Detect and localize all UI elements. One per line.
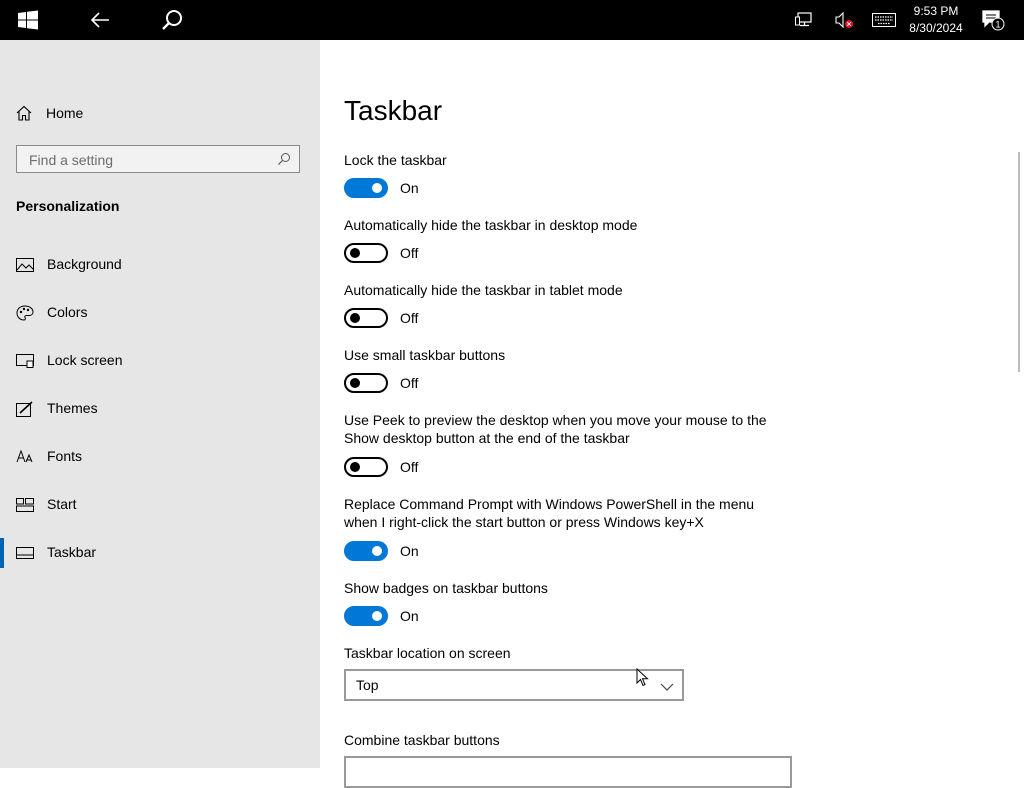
main-content: Taskbar Lock the taskbar On Automaticall… xyxy=(320,40,1024,788)
lock-screen-icon xyxy=(16,352,34,370)
toggle-state: On xyxy=(400,608,419,624)
toggle-knob xyxy=(372,183,382,193)
sidebar-item-themes[interactable]: Themes xyxy=(0,391,320,427)
home-icon xyxy=(16,105,32,121)
back-arrow-icon xyxy=(90,12,109,28)
toggle-knob xyxy=(372,611,382,621)
peek-toggle[interactable] xyxy=(344,457,388,477)
picture-icon xyxy=(16,256,34,274)
search-input[interactable] xyxy=(27,150,271,170)
search-button[interactable] xyxy=(150,0,194,40)
taskbar-icon xyxy=(16,544,34,562)
powershell-toggle[interactable] xyxy=(344,541,388,561)
scrollbar[interactable] xyxy=(1018,152,1020,372)
setting-label-autohide-tablet: Automatically hide the taskbar in tablet… xyxy=(344,282,623,298)
small-buttons-toggle[interactable] xyxy=(344,373,388,393)
themes-icon xyxy=(16,400,34,418)
badges-toggle[interactable] xyxy=(344,606,388,626)
toggle-row-lock-taskbar: On xyxy=(344,178,419,198)
sidebar-item-taskbar[interactable]: Taskbar xyxy=(0,535,320,571)
search-icon[interactable] xyxy=(277,152,291,171)
toggle-knob xyxy=(350,462,360,472)
sidebar-item-fonts[interactable]: Fonts xyxy=(0,439,320,475)
volume-tray-button[interactable] xyxy=(830,0,858,40)
toggle-knob xyxy=(372,546,382,556)
setting-label-badges: Show badges on taskbar buttons xyxy=(344,580,548,596)
toggle-row-badges: On xyxy=(344,606,419,626)
combine-buttons-dropdown[interactable] xyxy=(344,756,792,788)
back-button[interactable] xyxy=(78,0,122,40)
toggle-state: On xyxy=(400,543,419,559)
sidebar-item-background[interactable]: Background xyxy=(0,247,320,283)
start-icon xyxy=(16,496,34,514)
notification-count: 1 xyxy=(995,20,1000,30)
start-button[interactable] xyxy=(6,0,50,40)
setting-label-peek: Use Peek to preview the desktop when you… xyxy=(344,411,784,447)
notification-icon: 1 xyxy=(982,10,1005,31)
keyboard-tray-button[interactable] xyxy=(868,0,900,40)
sidebar-item-lock-screen[interactable]: Lock screen xyxy=(0,343,320,379)
toggle-row-autohide-desktop: Off xyxy=(344,243,418,263)
sidebar-item-label: Lock screen xyxy=(47,352,123,368)
toggle-knob xyxy=(350,248,360,258)
mouse-cursor-icon xyxy=(636,667,650,693)
find-setting-search[interactable] xyxy=(16,145,300,173)
toggle-row-autohide-tablet: Off xyxy=(344,308,418,328)
chevron-down-icon xyxy=(660,679,674,697)
search-icon xyxy=(162,10,182,30)
palette-icon xyxy=(16,304,34,322)
home-nav-item[interactable]: Home xyxy=(16,102,83,124)
setting-label-location: Taskbar location on screen xyxy=(344,645,511,661)
keyboard-icon xyxy=(872,13,896,27)
toggle-row-powershell: On xyxy=(344,541,419,561)
toggle-state: Off xyxy=(400,245,419,261)
setting-label-line: Use Peek to preview the desktop when you… xyxy=(344,412,767,428)
volume-muted-icon xyxy=(835,11,853,29)
autohide-tablet-toggle[interactable] xyxy=(344,308,388,328)
toggle-row-small-buttons: Off xyxy=(344,373,418,393)
windows-logo-icon xyxy=(18,10,38,30)
home-label: Home xyxy=(46,105,84,121)
toggle-state: Off xyxy=(400,375,419,391)
sidebar-item-start[interactable]: Start xyxy=(0,487,320,523)
clock[interactable]: 9:53 PM 8/30/2024 xyxy=(904,3,968,37)
network-tray-button[interactable] xyxy=(790,0,818,40)
setting-label-line: when I right-click the start button or p… xyxy=(344,514,704,530)
toggle-knob xyxy=(350,378,360,388)
sidebar-item-label: Themes xyxy=(47,400,98,416)
clock-date: 8/30/2024 xyxy=(909,21,963,35)
clock-time: 9:53 PM xyxy=(913,4,959,18)
dropdown-value: Top xyxy=(356,677,379,693)
setting-label-lock-taskbar: Lock the taskbar xyxy=(344,152,447,168)
sidebar-item-label: Colors xyxy=(47,304,88,320)
setting-label-line: Replace Command Prompt with Windows Powe… xyxy=(344,496,755,512)
setting-label-small-buttons: Use small taskbar buttons xyxy=(344,347,506,363)
toggle-state: Off xyxy=(400,459,419,475)
toggle-state: Off xyxy=(400,310,419,326)
sidebar-item-colors[interactable]: Colors xyxy=(0,295,320,331)
sidebar-item-label: Background xyxy=(47,256,122,272)
taskbar: 9:53 PM 8/30/2024 1 xyxy=(0,0,1024,40)
page-title: Taskbar xyxy=(344,95,443,126)
autohide-desktop-toggle[interactable] xyxy=(344,243,388,263)
section-title: Personalization xyxy=(16,198,120,214)
sidebar-item-label: Taskbar xyxy=(47,544,97,560)
lock-taskbar-toggle[interactable] xyxy=(344,178,388,198)
taskbar-location-dropdown[interactable]: Top xyxy=(344,669,684,701)
sidebar-item-label: Start xyxy=(47,496,77,512)
setting-label-combine: Combine taskbar buttons xyxy=(344,732,500,748)
setting-label-autohide-desktop: Automatically hide the taskbar in deskto… xyxy=(344,217,638,233)
setting-label-line: Show desktop button at the end of the ta… xyxy=(344,430,630,446)
toggle-row-peek: Off xyxy=(344,457,418,477)
toggle-knob xyxy=(350,313,360,323)
fonts-icon xyxy=(16,448,34,466)
toggle-state: On xyxy=(400,180,419,196)
network-icon xyxy=(795,12,812,27)
sidebar: Home Personalization Background Color xyxy=(0,40,320,768)
sidebar-item-label: Fonts xyxy=(47,448,83,464)
setting-label-powershell: Replace Command Prompt with Windows Powe… xyxy=(344,495,784,531)
action-center-button[interactable]: 1 xyxy=(978,0,1008,40)
